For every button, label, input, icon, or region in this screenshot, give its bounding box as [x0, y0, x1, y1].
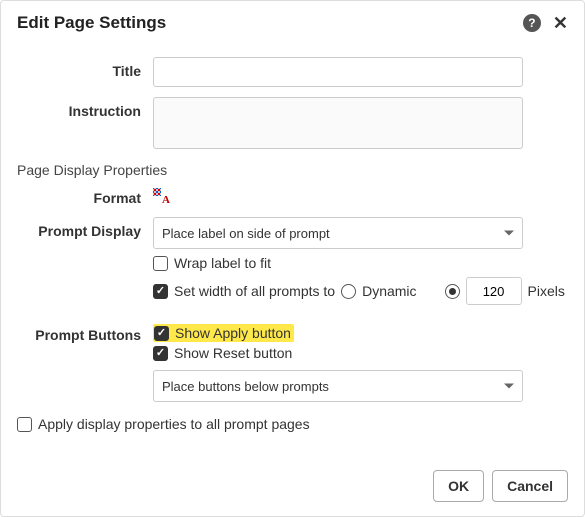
show-reset-row: Show Reset button	[153, 345, 568, 361]
chevron-down-icon	[504, 231, 514, 236]
help-icon[interactable]: ?	[523, 14, 541, 32]
instruction-label: Instruction	[17, 97, 153, 119]
set-width-text: Set width of all prompts to	[174, 283, 335, 299]
prompt-display-select[interactable]: Place label on side of prompt	[153, 217, 523, 249]
prompt-buttons-row: Prompt Buttons Show Apply button Show Re…	[17, 321, 568, 402]
ok-button[interactable]: OK	[433, 470, 484, 502]
apply-all-checkbox[interactable]	[17, 417, 32, 432]
prompt-display-selected: Place label on side of prompt	[162, 226, 330, 241]
prompt-buttons-label: Prompt Buttons	[17, 321, 153, 343]
cancel-button[interactable]: Cancel	[492, 470, 568, 502]
title-input[interactable]	[153, 57, 523, 87]
prompt-display-row: Prompt Display Place label on side of pr…	[17, 217, 568, 311]
format-icon[interactable]: A	[153, 188, 169, 204]
wrap-label-text: Wrap label to fit	[174, 255, 271, 271]
dynamic-radio[interactable]	[341, 284, 356, 299]
wrap-label-checkbox[interactable]	[153, 256, 168, 271]
show-apply-row: Show Apply button	[153, 324, 568, 342]
show-reset-text: Show Reset button	[174, 345, 292, 361]
dynamic-label: Dynamic	[362, 283, 416, 299]
title-row: Title	[17, 57, 568, 87]
set-width-row: Set width of all prompts to Dynamic Pixe…	[153, 277, 568, 305]
show-apply-highlight: Show Apply button	[153, 324, 294, 342]
button-placement-select[interactable]: Place buttons below prompts	[153, 370, 523, 402]
pixels-unit: Pixels	[528, 283, 565, 299]
format-row: Format A	[17, 188, 568, 207]
set-width-checkbox[interactable]	[153, 284, 168, 299]
title-label: Title	[17, 57, 153, 79]
apply-all-row: Apply display properties to all prompt p…	[17, 416, 568, 432]
format-label: Format	[17, 190, 153, 206]
chevron-down-icon	[504, 384, 514, 389]
instruction-input[interactable]	[153, 97, 523, 149]
instruction-row: Instruction	[17, 97, 568, 152]
apply-all-text: Apply display properties to all prompt p…	[38, 416, 310, 432]
show-apply-text: Show Apply button	[175, 325, 291, 341]
pixels-input[interactable]	[466, 277, 522, 305]
button-placement-selected: Place buttons below prompts	[162, 379, 329, 394]
wrap-label-row: Wrap label to fit	[153, 255, 568, 271]
section-heading: Page Display Properties	[17, 162, 568, 178]
prompt-display-label: Prompt Display	[17, 217, 153, 239]
header-icons: ? ✕	[523, 14, 568, 32]
dialog-title: Edit Page Settings	[17, 13, 166, 33]
pixels-radio[interactable]	[445, 284, 460, 299]
edit-page-settings-dialog: Edit Page Settings ? ✕ Title Instruction…	[1, 1, 584, 448]
show-apply-checkbox[interactable]	[154, 326, 169, 341]
dialog-header: Edit Page Settings ? ✕	[17, 13, 568, 33]
dialog-footer: OK Cancel	[433, 470, 568, 502]
close-icon[interactable]: ✕	[553, 14, 568, 32]
show-reset-checkbox[interactable]	[153, 346, 168, 361]
